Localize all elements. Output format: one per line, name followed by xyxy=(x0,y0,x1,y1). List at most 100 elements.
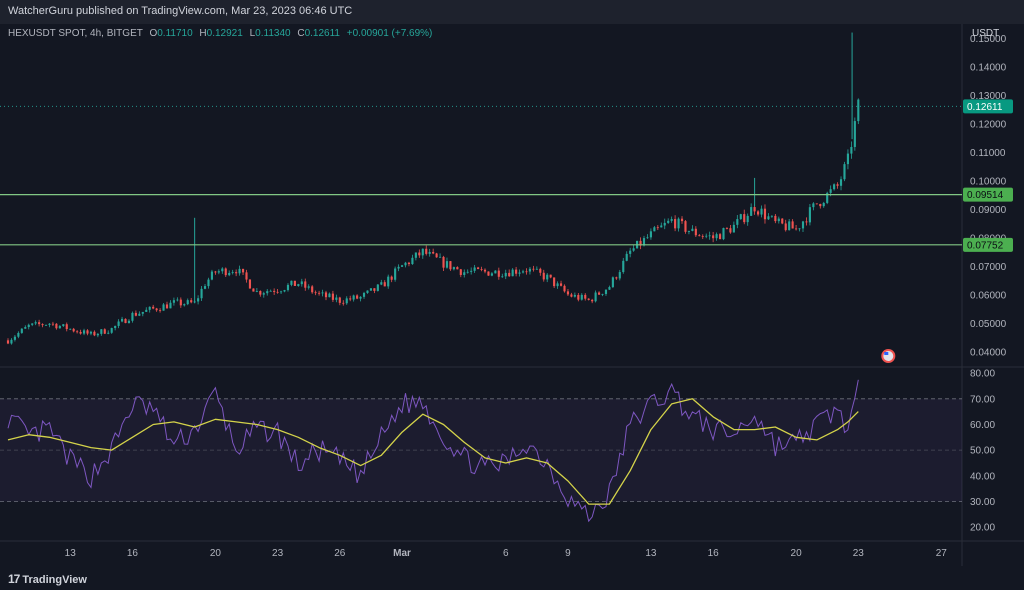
tradingview-chart: { "header": { "publisher": "WatcherGuru … xyxy=(0,0,1024,590)
candle-body xyxy=(400,265,404,267)
candle-body xyxy=(120,318,124,322)
candle-body xyxy=(770,215,773,217)
time-tick-label: 13 xyxy=(645,548,657,559)
candle-body xyxy=(777,218,780,222)
candle-body xyxy=(44,324,48,326)
candle-body xyxy=(210,271,214,280)
time-tick-label: 16 xyxy=(708,548,720,559)
candle-body xyxy=(148,306,151,310)
price-tick-label: 0.05000 xyxy=(970,319,1007,330)
tradingview-logo[interactable]: 17 TradingView xyxy=(8,572,87,586)
candle-body xyxy=(829,189,832,193)
candle-body xyxy=(421,248,424,256)
price-axis-unit: USDT xyxy=(972,28,1000,39)
candle-body xyxy=(13,336,16,340)
candle-body xyxy=(739,214,742,220)
candle-body xyxy=(677,218,680,229)
time-tick-label: 26 xyxy=(334,548,346,559)
candle-body xyxy=(535,268,538,270)
candle-body xyxy=(674,219,677,229)
candle-body xyxy=(539,268,542,273)
candle-body xyxy=(795,228,798,230)
price-tick-label: 0.10000 xyxy=(970,176,1007,187)
candle-body xyxy=(345,298,348,304)
candle-body xyxy=(41,324,44,326)
candle-body xyxy=(152,306,155,309)
candle-body xyxy=(165,304,169,309)
rsi-band-fill xyxy=(0,398,962,502)
candle-body xyxy=(255,290,258,292)
candle-body xyxy=(72,328,75,332)
candle-body xyxy=(10,339,13,344)
candle-body xyxy=(508,272,511,277)
price-tick-label: 0.14000 xyxy=(970,62,1007,73)
candle-body xyxy=(259,290,262,295)
candle-body xyxy=(480,269,483,270)
candle-body xyxy=(501,276,504,278)
candle-body xyxy=(359,296,362,299)
time-tick-label: 16 xyxy=(127,548,139,559)
candle-body xyxy=(397,266,400,269)
chart-canvas[interactable]: 0.150000.140000.130000.120000.110000.100… xyxy=(0,0,1024,566)
candle-body xyxy=(145,309,148,312)
candle-body xyxy=(525,271,528,273)
candle-body xyxy=(286,284,290,291)
candle-body xyxy=(483,269,487,272)
footer-bar: 17 TradingView xyxy=(0,566,1024,590)
candle-body xyxy=(463,272,466,275)
candle-body xyxy=(473,267,476,271)
candle-body xyxy=(342,302,345,304)
candle-body xyxy=(622,260,625,273)
candle-body xyxy=(432,251,435,254)
candle-body xyxy=(784,223,787,231)
support-level-label: 0.07752 xyxy=(967,240,1004,251)
candle-body xyxy=(349,298,352,300)
candle-body xyxy=(17,332,20,337)
candle-body xyxy=(269,290,272,292)
time-tick-label: 20 xyxy=(791,548,803,559)
candle-body xyxy=(117,321,120,326)
candle-body xyxy=(774,215,777,222)
candle-body xyxy=(352,295,355,300)
candle-body xyxy=(577,294,580,300)
candle-body xyxy=(387,276,390,287)
candle-body xyxy=(511,269,514,277)
candle-body xyxy=(732,224,735,233)
candle-body xyxy=(262,293,265,295)
candle-body xyxy=(124,318,127,324)
candle-body xyxy=(266,291,269,294)
candle-body xyxy=(556,283,559,287)
candle-body xyxy=(293,280,296,286)
candle-body xyxy=(456,267,459,270)
candle-body xyxy=(553,277,556,287)
rsi-tick-label: 40.00 xyxy=(970,471,995,482)
candle-body xyxy=(141,311,144,314)
candle-body xyxy=(470,270,473,272)
candle-body xyxy=(107,332,110,334)
candle-body xyxy=(850,146,853,154)
candle-body xyxy=(214,271,217,273)
candle-body xyxy=(788,221,791,231)
candle-body xyxy=(649,231,652,238)
candle-body xyxy=(435,253,438,258)
time-tick-label: 13 xyxy=(65,548,77,559)
candle-body xyxy=(815,203,818,205)
candle-body xyxy=(570,294,573,297)
close-label: C xyxy=(297,28,305,39)
us-flag-canton xyxy=(884,352,889,355)
rsi-tick-label: 50.00 xyxy=(970,446,995,457)
candle-body xyxy=(618,272,621,279)
candle-body xyxy=(411,257,414,265)
candle-body xyxy=(687,230,691,232)
candle-body xyxy=(297,284,300,286)
candle-body xyxy=(712,235,715,239)
symbol-title[interactable]: HEXUSDT SPOT, 4h, BITGET xyxy=(8,28,143,39)
candle-body xyxy=(756,211,760,215)
ohlc-legend: HEXUSDT SPOT, 4h, BITGET O0.11710 H0.129… xyxy=(8,28,432,39)
time-tick-label: 23 xyxy=(853,548,865,559)
candle-body xyxy=(362,292,366,297)
candle-body xyxy=(497,270,500,277)
rsi-tick-label: 20.00 xyxy=(970,523,995,534)
candle-body xyxy=(587,298,590,300)
close-value: 0.12611 xyxy=(304,28,340,39)
